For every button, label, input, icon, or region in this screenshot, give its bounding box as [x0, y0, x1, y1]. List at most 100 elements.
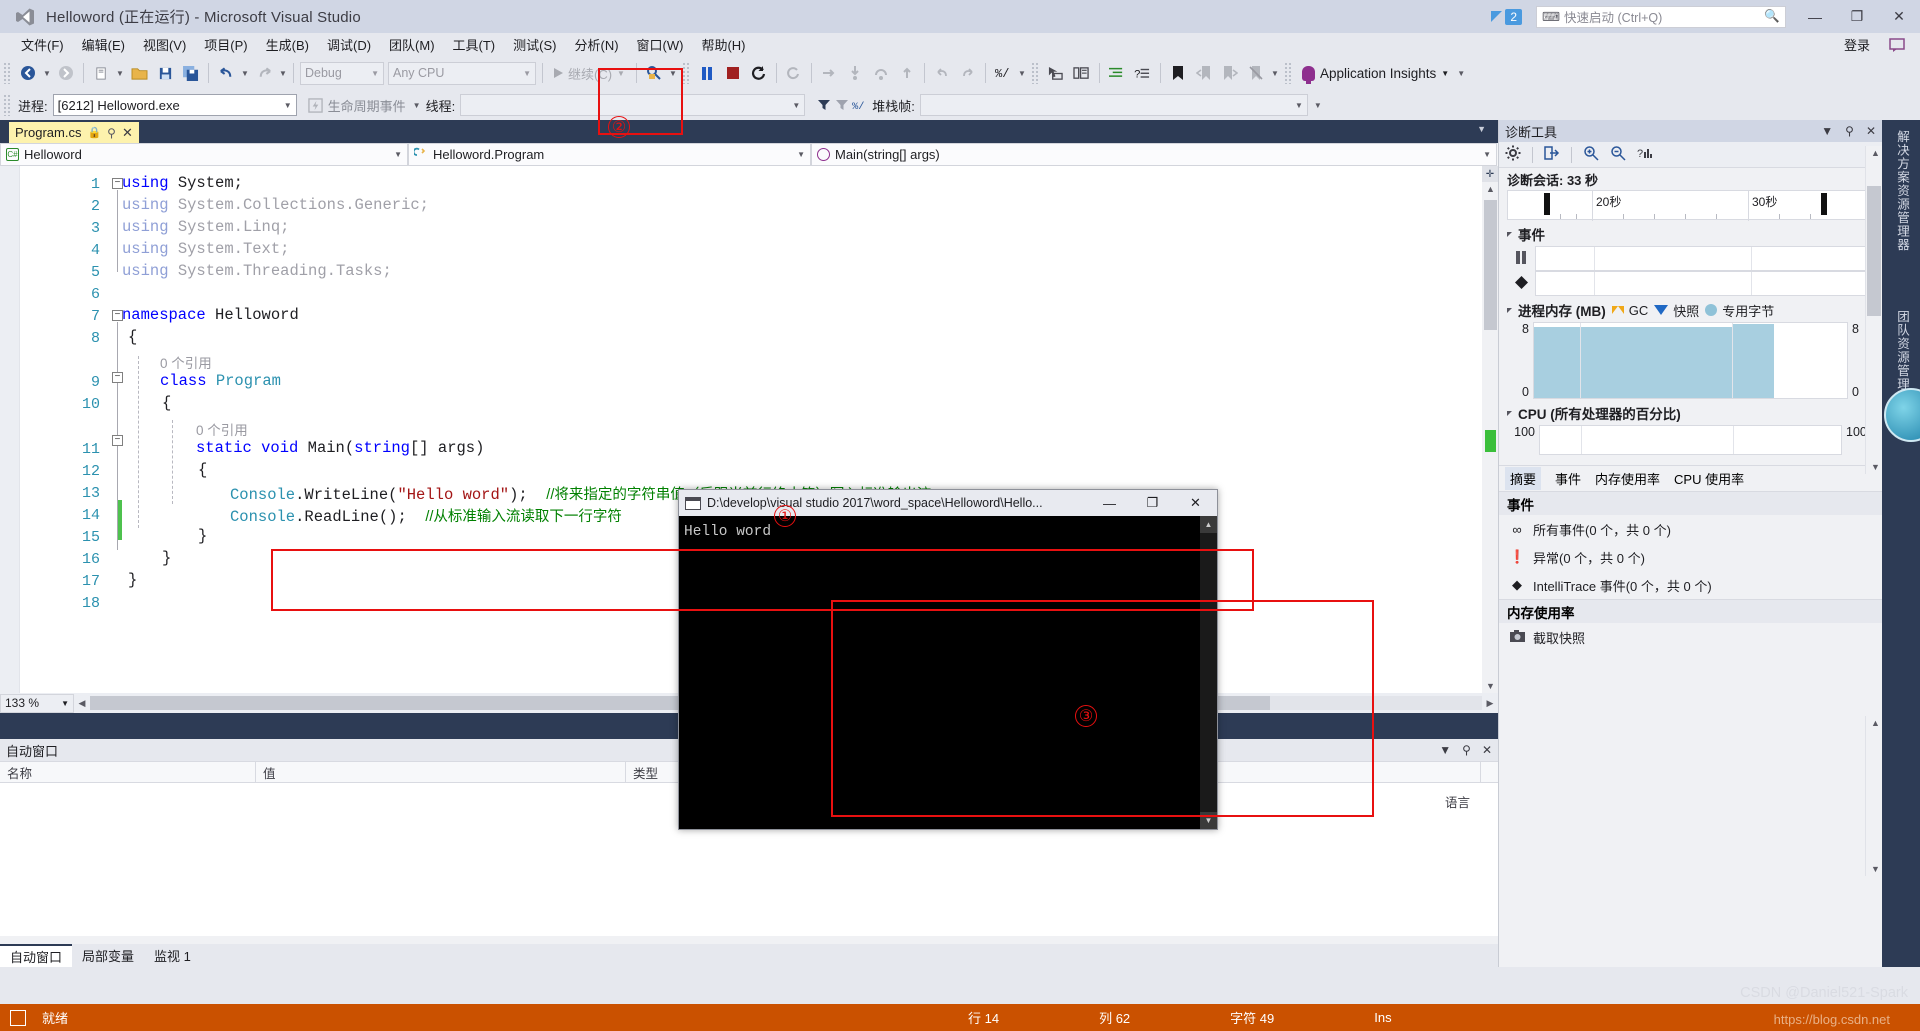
- chevron-down-icon[interactable]: ▼: [617, 69, 625, 78]
- tab-program-cs[interactable]: Program.cs 🔒 ⚲ ✕: [9, 122, 139, 143]
- close-icon[interactable]: ✕: [122, 125, 133, 141]
- undo-caret[interactable]: ▼: [239, 60, 251, 86]
- code-line-3[interactable]: using System.Linq;: [122, 218, 289, 236]
- process-combo[interactable]: [6212] Helloword.exe ▼: [52, 94, 297, 116]
- menu-item-help[interactable]: 帮助(H): [692, 33, 754, 56]
- code-lens-namespace[interactable]: 0 个引用: [160, 352, 212, 372]
- chevron-down-icon[interactable]: ▼: [61, 699, 69, 708]
- column-header-name[interactable]: 名称: [0, 761, 256, 783]
- console-scroll-up-arrow[interactable]: ▲: [1200, 516, 1217, 533]
- events-list-scrollbar[interactable]: ▲ ▼: [1865, 716, 1882, 876]
- menu-item-test[interactable]: 测试(S): [504, 33, 565, 56]
- tabstrip-overflow-icon[interactable]: ▼: [1477, 124, 1486, 134]
- code-line-10[interactable]: {: [162, 394, 171, 412]
- diagnostics-vertical-scrollbar[interactable]: ▲ ▼: [1865, 146, 1882, 474]
- configuration-combo[interactable]: Debug ▼: [300, 61, 384, 85]
- panel-menu-icon[interactable]: ▼: [1821, 124, 1833, 138]
- diag-tab-cpu-usage[interactable]: CPU 使用率: [1674, 469, 1744, 488]
- zoom-out-icon[interactable]: [1610, 145, 1626, 164]
- code-line-2[interactable]: using System.Collections.Generic;: [122, 196, 429, 214]
- chart-icon[interactable]: ?: [1637, 145, 1653, 164]
- feedback-icon[interactable]: [1888, 36, 1906, 54]
- menu-item-tools[interactable]: 工具(T): [444, 33, 505, 56]
- diag-tab-events[interactable]: 事件: [1555, 469, 1581, 488]
- column-header-value[interactable]: 值: [256, 761, 626, 783]
- pin-icon[interactable]: ⚲: [1845, 124, 1854, 138]
- restart-icon[interactable]: [746, 60, 772, 86]
- code-line-7[interactable]: namespace Helloword: [122, 306, 299, 324]
- save-icon[interactable]: [152, 60, 178, 86]
- close-button[interactable]: ✕: [1878, 0, 1920, 33]
- stop-icon[interactable]: [720, 60, 746, 86]
- process-memory-chart[interactable]: 8 0 8 0: [1507, 322, 1874, 399]
- code-line-17[interactable]: }: [128, 571, 137, 589]
- stackframe-combo[interactable]: ▼: [919, 94, 1308, 116]
- chevron-down-icon[interactable]: ▼: [371, 69, 379, 78]
- cpu-chart[interactable]: 100 100: [1507, 425, 1874, 455]
- login-link[interactable]: 登录: [1844, 35, 1870, 54]
- search-icon[interactable]: 🔍: [1764, 9, 1780, 24]
- hex-caret[interactable]: ▼: [1016, 60, 1028, 86]
- menu-item-analyze[interactable]: 分析(N): [565, 33, 627, 56]
- save-all-icon[interactable]: [178, 60, 204, 86]
- live-visual-tree-icon[interactable]: [1069, 60, 1095, 86]
- toolbar-grip-2[interactable]: [681, 62, 691, 84]
- dock-solution-explorer[interactable]: 解决方案资源管理器: [1888, 130, 1912, 252]
- menu-item-project[interactable]: 项目(P): [195, 33, 256, 56]
- nav-type-combo[interactable]: Helloword.Program ▼: [408, 143, 811, 166]
- undo-icon[interactable]: [213, 60, 239, 86]
- indent-icon[interactable]: [1104, 60, 1130, 86]
- code-line-8[interactable]: {: [128, 328, 137, 346]
- close-icon[interactable]: ✕: [1866, 124, 1876, 138]
- maximize-button[interactable]: ❐: [1836, 0, 1878, 33]
- attach-process-icon[interactable]: [641, 60, 667, 86]
- thread-combo[interactable]: ▼: [460, 94, 806, 116]
- menu-item-view[interactable]: 视图(V): [134, 33, 195, 56]
- pin-icon[interactable]: ⚲: [1462, 743, 1471, 757]
- lock-icon[interactable]: 🔒: [87, 126, 101, 139]
- tab-locals[interactable]: 局部变量: [72, 944, 144, 967]
- comment-icon[interactable]: ?: [1130, 60, 1156, 86]
- console-maximize-button[interactable]: ❐: [1131, 490, 1174, 516]
- hscroll-left-arrow[interactable]: ◀: [74, 698, 90, 709]
- console-close-button[interactable]: ✕: [1174, 490, 1217, 516]
- scroll-down-arrow[interactable]: ▼: [1869, 862, 1882, 876]
- diagnostics-timeline-ruler[interactable]: 20秒 30秒: [1507, 190, 1874, 221]
- select-element-icon[interactable]: [1043, 60, 1069, 86]
- code-lens-method[interactable]: 0 个引用: [196, 419, 248, 439]
- menu-item-build[interactable]: 生成(B): [257, 33, 318, 56]
- nav-project-combo[interactable]: C# Helloword ▼: [0, 143, 408, 166]
- lifecycle-events-icon[interactable]: [307, 96, 325, 114]
- console-scroll-down-arrow[interactable]: ▼: [1200, 812, 1217, 829]
- editor-vertical-scrollbar[interactable]: ▲ ▼: [1482, 182, 1498, 693]
- event-item-intellitrace[interactable]: ◆ IntelliTrace 事件(0 个，共 0 个): [1499, 571, 1882, 599]
- navigate-back-caret[interactable]: ▼: [41, 60, 53, 86]
- code-line-1[interactable]: using System;: [122, 174, 243, 192]
- code-line-4[interactable]: using System.Text;: [122, 240, 289, 258]
- pause-icon[interactable]: [694, 60, 720, 86]
- chevron-down-icon[interactable]: ▼: [394, 150, 402, 159]
- attach-caret[interactable]: ▼: [667, 60, 679, 86]
- memory-section-header[interactable]: 进程内存 (MB) GC 快照 专用字节: [1499, 296, 1882, 322]
- pin-icon[interactable]: ⚲: [107, 126, 116, 140]
- lifecycle-caret[interactable]: ▼: [411, 92, 423, 118]
- console-window[interactable]: D:\develop\visual studio 2017\word_space…: [678, 489, 1218, 830]
- menu-item-team[interactable]: 团队(M): [380, 33, 444, 56]
- menu-item-window[interactable]: 窗口(W): [628, 33, 693, 56]
- code-line-11[interactable]: static void Main(string[] args): [196, 439, 484, 457]
- platform-combo[interactable]: Any CPU ▼: [388, 61, 536, 85]
- diag-tab-memory-usage[interactable]: 内存使用率: [1595, 469, 1660, 488]
- hex-frames-icon[interactable]: %/: [851, 96, 869, 114]
- editor-scroll-thumb[interactable]: [1484, 200, 1497, 330]
- nav-member-combo[interactable]: Main(string[] args) ▼: [811, 143, 1497, 166]
- scroll-down-arrow[interactable]: ▼: [1484, 679, 1497, 693]
- code-line-15[interactable]: }: [198, 527, 207, 545]
- new-item-caret[interactable]: ▼: [114, 60, 126, 86]
- console-title-bar[interactable]: D:\develop\visual studio 2017\word_space…: [679, 490, 1217, 516]
- scroll-up-arrow[interactable]: ▲: [1484, 182, 1497, 196]
- toolbar-grip[interactable]: [3, 62, 12, 84]
- chevron-down-icon[interactable]: ▼: [523, 69, 531, 78]
- quick-launch-input[interactable]: ⌨ 快速启动 (Ctrl+Q) 🔍: [1536, 5, 1786, 28]
- fold-toggle-class[interactable]: −: [112, 372, 123, 383]
- zoom-combo[interactable]: 133 % ▼: [0, 693, 74, 713]
